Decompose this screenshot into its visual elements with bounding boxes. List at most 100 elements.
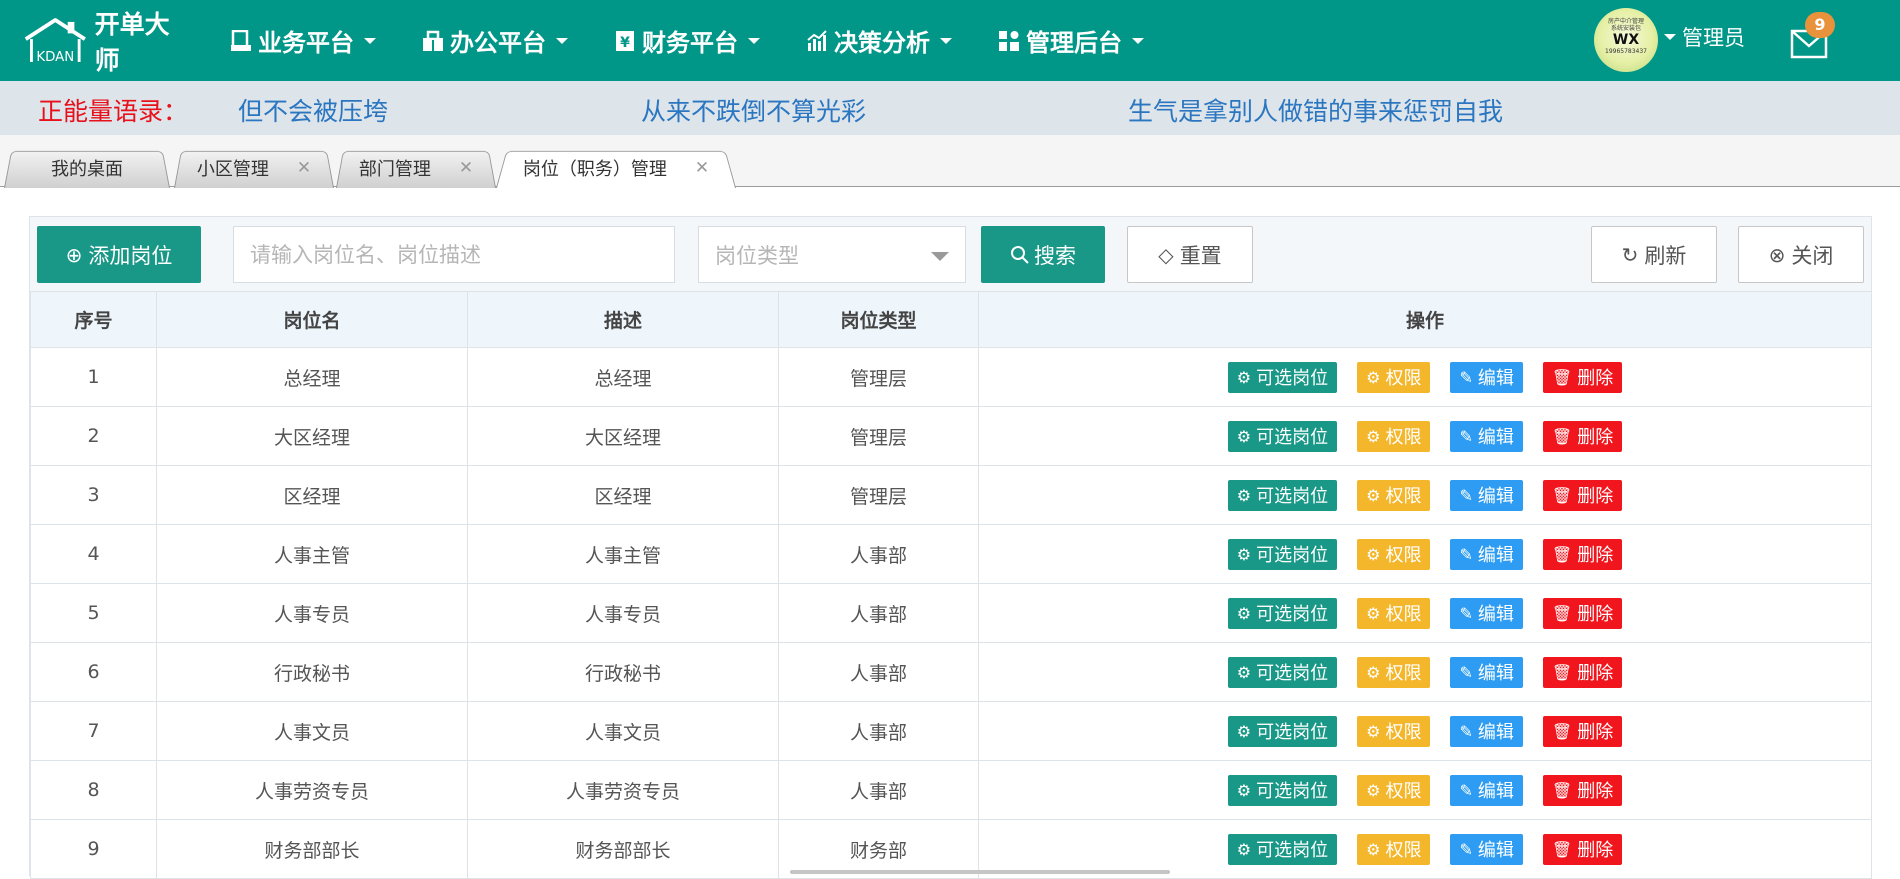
add-position-button[interactable]: ⊕ 添加岗位	[37, 226, 201, 283]
refresh-button[interactable]: ↻ 刷新	[1591, 226, 1717, 283]
pencil-icon: ✎	[1459, 662, 1473, 682]
delete-label: 删除	[1577, 722, 1614, 743]
permissions-button[interactable]: ⚙ 权限	[1357, 833, 1431, 865]
position-type-select[interactable]: 岗位类型	[698, 226, 966, 283]
gear-icon: ⚙	[1366, 426, 1381, 446]
permissions-label: 权限	[1385, 368, 1422, 389]
cell-index: 4	[30, 524, 157, 584]
edit-button[interactable]: ✎ 编辑	[1450, 715, 1523, 747]
permissions-label: 权限	[1385, 663, 1422, 684]
trash-icon: 🗑	[1551, 662, 1573, 682]
optional-positions-button[interactable]: ⚙ 可选岗位	[1227, 538, 1338, 570]
tab-position-management[interactable]: 岗位（职务）管理 ✕	[496, 147, 736, 188]
delete-label: 删除	[1577, 486, 1614, 507]
delete-button[interactable]: 🗑 删除	[1542, 361, 1623, 393]
avatar-line1: 房产中介管理	[1607, 18, 1644, 25]
column-header: 岗位类型	[778, 291, 979, 348]
chevron-down-icon	[940, 37, 952, 44]
svg-text:KDAN: KDAN	[36, 50, 74, 65]
nav-finance-label: 财务平台	[642, 29, 738, 57]
edit-button[interactable]: ✎ 编辑	[1450, 656, 1523, 688]
edit-button[interactable]: ✎ 编辑	[1450, 833, 1523, 865]
pencil-icon: ✎	[1459, 839, 1473, 859]
tab-community[interactable]: 小区管理 ✕	[174, 147, 334, 188]
permissions-button[interactable]: ⚙ 权限	[1357, 420, 1431, 452]
permissions-label: 权限	[1385, 781, 1422, 802]
delete-label: 删除	[1577, 663, 1614, 684]
delete-button[interactable]: 🗑 删除	[1542, 715, 1623, 747]
optional-positions-button[interactable]: ⚙ 可选岗位	[1227, 715, 1338, 747]
avatar[interactable]: 房产中介管理 系统安装包 WX 19965783437	[1594, 8, 1658, 72]
cell-name: 人事劳资专员	[156, 760, 468, 820]
tab-department[interactable]: 部门管理 ✕	[336, 147, 496, 188]
delete-button[interactable]: 🗑 删除	[1542, 656, 1623, 688]
optional-positions-button[interactable]: ⚙ 可选岗位	[1227, 420, 1338, 452]
delete-button[interactable]: 🗑 删除	[1542, 774, 1623, 806]
cell-index: 3	[30, 465, 157, 525]
edit-button[interactable]: ✎ 编辑	[1450, 420, 1523, 452]
search-input[interactable]	[233, 226, 675, 283]
cell-description: 人事文员	[467, 701, 779, 761]
permissions-label: 权限	[1385, 427, 1422, 448]
eraser-icon: ◇	[1158, 242, 1174, 267]
delete-button[interactable]: 🗑 删除	[1542, 833, 1623, 865]
delete-button[interactable]: 🗑 删除	[1542, 538, 1623, 570]
reset-button[interactable]: ◇ 重置	[1127, 226, 1253, 283]
delete-button[interactable]: 🗑 删除	[1542, 597, 1623, 629]
tab-bar: 我的桌面 小区管理 ✕ 部门管理 ✕ 岗位（职务）管理 ✕	[0, 135, 1900, 188]
edit-button[interactable]: ✎ 编辑	[1450, 774, 1523, 806]
search-field[interactable]	[250, 242, 674, 267]
edit-button[interactable]: ✎ 编辑	[1450, 361, 1523, 393]
close-icon[interactable]: ✕	[695, 158, 709, 178]
delete-label: 删除	[1577, 840, 1614, 861]
optional-positions-button[interactable]: ⚙ 可选岗位	[1227, 833, 1338, 865]
column-header: 描述	[467, 291, 779, 348]
horizontal-scrollbar[interactable]	[790, 870, 1170, 874]
close-label: 关闭	[1791, 243, 1834, 268]
nav-office[interactable]: 办公平台	[422, 23, 568, 58]
cell-actions: ⚙ 可选岗位 ⚙ 权限 ✎ 编辑 🗑 删除	[978, 760, 1872, 820]
nav-analysis-label: 决策分析	[834, 29, 930, 57]
delete-button[interactable]: 🗑 删除	[1542, 479, 1623, 511]
pencil-icon: ✎	[1459, 426, 1473, 446]
optional-positions-button[interactable]: ⚙ 可选岗位	[1227, 597, 1338, 629]
cell-index: 8	[30, 760, 157, 820]
optional-positions-button[interactable]: ⚙ 可选岗位	[1227, 656, 1338, 688]
cell-index: 9	[30, 819, 157, 879]
close-icon[interactable]: ✕	[297, 158, 311, 178]
nav-analysis[interactable]: 决策分析	[806, 23, 952, 58]
permissions-button[interactable]: ⚙ 权限	[1357, 656, 1431, 688]
cell-type: 人事部	[778, 583, 979, 643]
permissions-button[interactable]: ⚙ 权限	[1357, 538, 1431, 570]
optional-positions-button[interactable]: ⚙ 可选岗位	[1227, 479, 1338, 511]
table-row: 6 行政秘书 行政秘书 人事部 ⚙ 可选岗位 ⚙ 权限 ✎ 编辑 🗑 删除	[30, 642, 1872, 702]
permissions-button[interactable]: ⚙ 权限	[1357, 361, 1431, 393]
permissions-button[interactable]: ⚙ 权限	[1357, 479, 1431, 511]
tab-desktop[interactable]: 我的桌面	[4, 147, 170, 188]
pencil-icon: ✎	[1459, 721, 1473, 741]
trash-icon: 🗑	[1551, 721, 1573, 741]
search-button[interactable]: 搜索	[981, 226, 1105, 283]
nav-admin[interactable]: 管理后台	[998, 23, 1144, 58]
close-button[interactable]: ⊗ 关闭	[1738, 226, 1864, 283]
trash-icon: 🗑	[1551, 780, 1573, 800]
gear-icon: ⚙	[1366, 485, 1381, 505]
main-nav: 业务平台 办公平台 ¥ 财务平台 决策分析 管理后台	[230, 0, 1190, 81]
permissions-button[interactable]: ⚙ 权限	[1357, 774, 1431, 806]
permissions-button[interactable]: ⚙ 权限	[1357, 715, 1431, 747]
edit-button[interactable]: ✎ 编辑	[1450, 479, 1523, 511]
chevron-down-icon	[556, 37, 568, 44]
edit-button[interactable]: ✎ 编辑	[1450, 538, 1523, 570]
cell-type: 人事部	[778, 642, 979, 702]
delete-button[interactable]: 🗑 删除	[1542, 420, 1623, 452]
nav-business[interactable]: 业务平台	[230, 23, 376, 58]
nav-finance[interactable]: ¥ 财务平台	[614, 23, 760, 58]
user-menu[interactable]: 管理员	[1664, 22, 1745, 52]
chevron-down-icon	[364, 37, 376, 44]
edit-button[interactable]: ✎ 编辑	[1450, 597, 1523, 629]
optional-positions-button[interactable]: ⚙ 可选岗位	[1227, 774, 1338, 806]
close-icon[interactable]: ✕	[459, 158, 473, 178]
app-logo[interactable]: KDAN 开单大师	[20, 10, 190, 75]
optional-positions-button[interactable]: ⚙ 可选岗位	[1227, 361, 1338, 393]
permissions-button[interactable]: ⚙ 权限	[1357, 597, 1431, 629]
